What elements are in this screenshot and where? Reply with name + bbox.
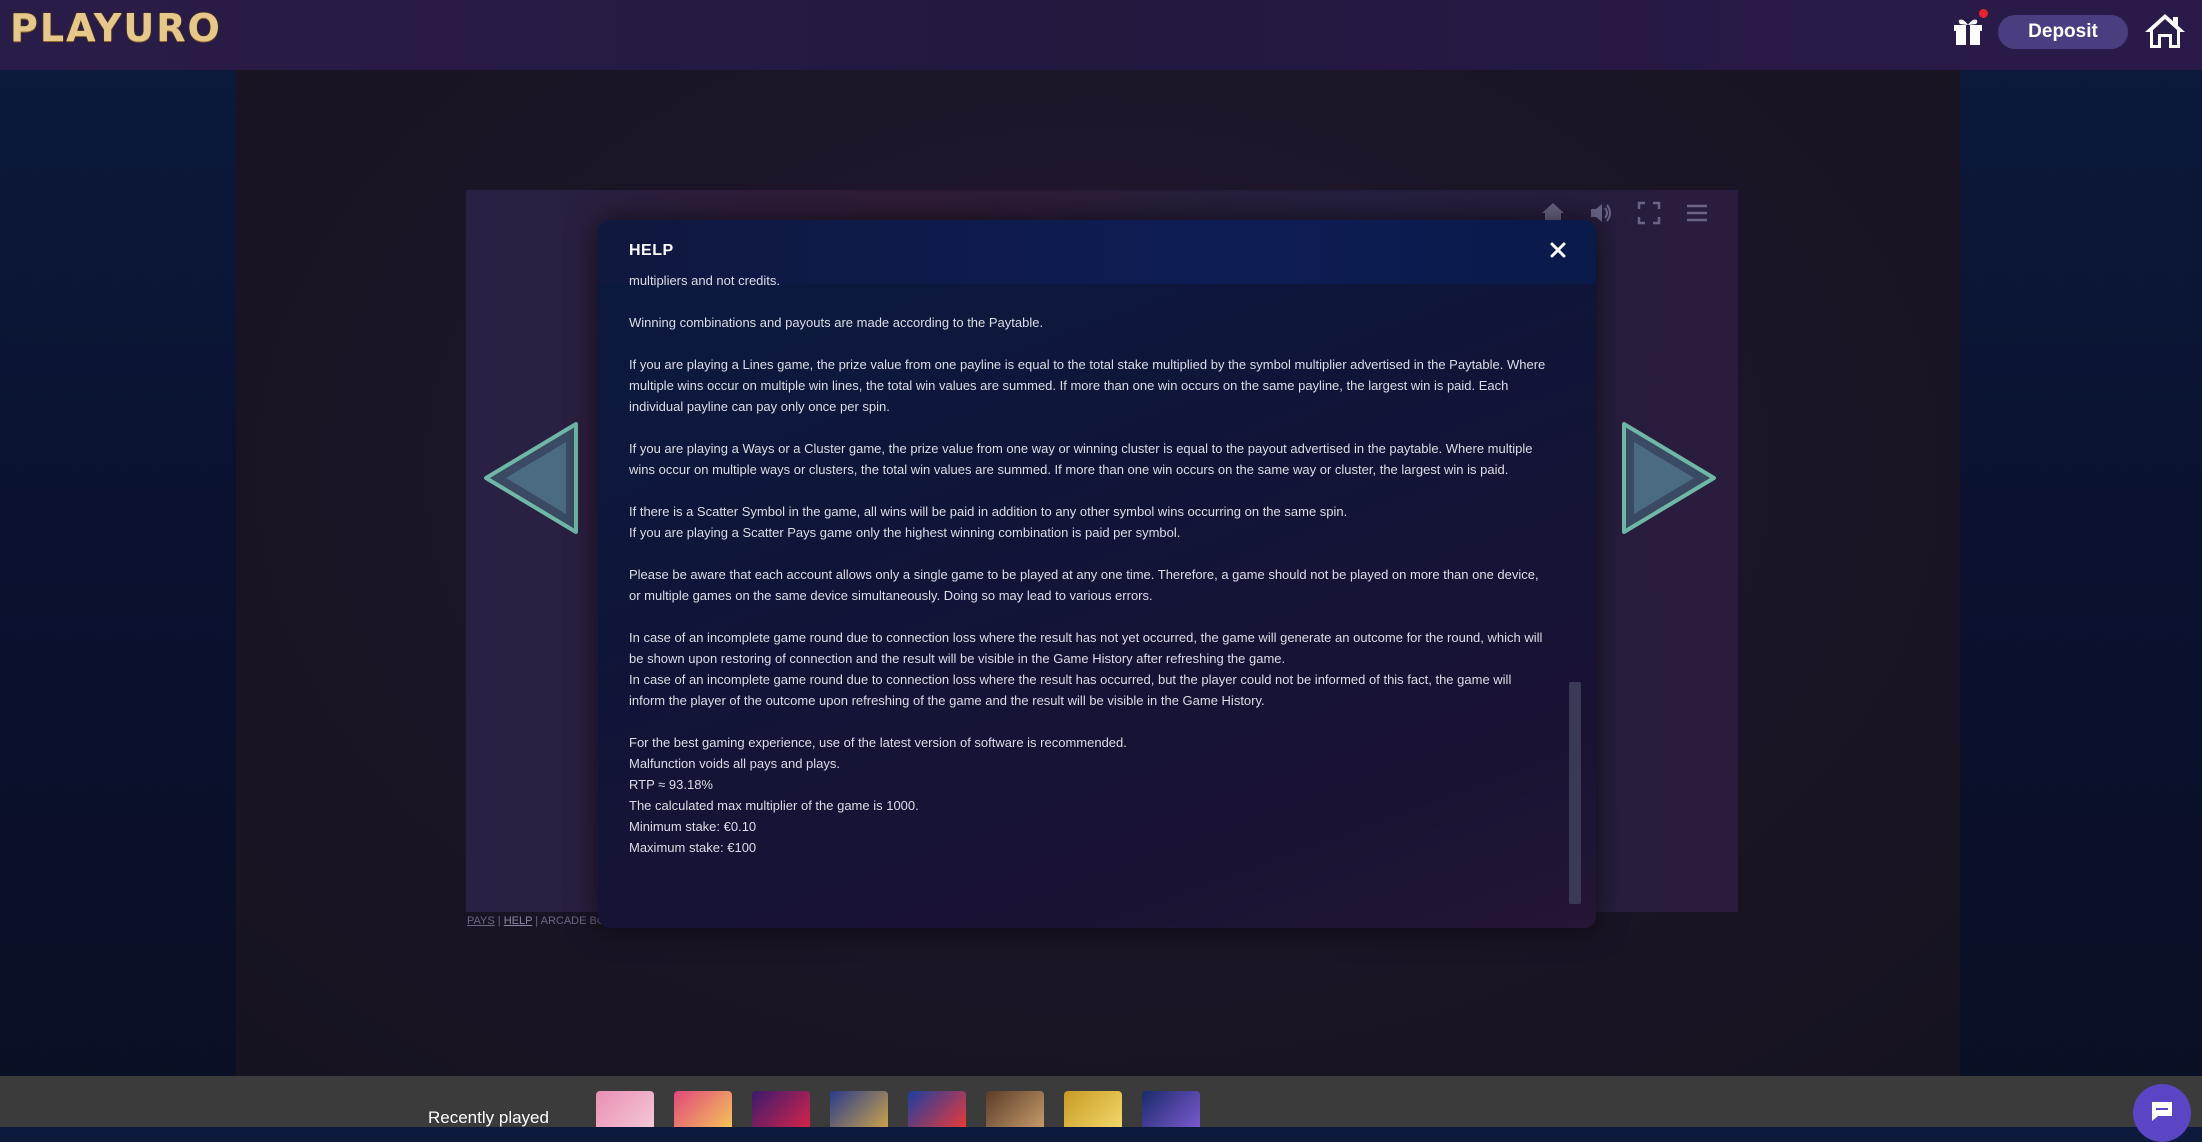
- help-text-line: Maximum stake: €100: [629, 840, 757, 855]
- help-text-line: Minimum stake: €0.10: [629, 819, 757, 834]
- scrollbar-thumb[interactable]: [1569, 682, 1581, 904]
- home-icon[interactable]: [2143, 11, 2187, 51]
- menu-icon[interactable]: [1684, 200, 1710, 226]
- recently-played-bar: Recently played: [0, 1076, 2202, 1127]
- next-arrow-icon[interactable]: [1618, 420, 1722, 536]
- help-paragraph: Please be aware that each account allows…: [629, 564, 1549, 606]
- recently-played-label: Recently played: [428, 1108, 549, 1127]
- help-paragraph: If you are playing a Ways or a Cluster g…: [629, 438, 1549, 480]
- help-text-line: If there is a Scatter Symbol in the game…: [629, 504, 1348, 519]
- close-icon[interactable]: [1546, 238, 1570, 262]
- help-text-line: Winning combinations and payouts are mad…: [629, 315, 1044, 330]
- recent-game-3[interactable]: [752, 1091, 810, 1127]
- pays-link[interactable]: PAYS: [467, 915, 495, 927]
- recent-game-6[interactable]: [986, 1091, 1044, 1127]
- help-paragraph: If there is a Scatter Symbol in the game…: [629, 501, 1549, 543]
- recent-game-7[interactable]: [1064, 1091, 1122, 1127]
- help-text-line: For the best gaming experience, use of t…: [629, 735, 1127, 750]
- help-text-line: Please be aware that each account allows…: [629, 567, 1539, 603]
- fullscreen-icon[interactable]: [1636, 200, 1662, 226]
- game-footer-links: PAYS | HELP | ARCADE BO...: [467, 915, 615, 927]
- recent-game-4[interactable]: [830, 1091, 888, 1127]
- help-text-line: Malfunction voids all pays and plays.: [629, 756, 841, 771]
- modal-title: HELP: [629, 242, 674, 259]
- top-header: PLAYURO Deposit: [0, 0, 2202, 70]
- gift-icon[interactable]: [1950, 9, 1988, 48]
- recent-game-2[interactable]: [674, 1091, 732, 1127]
- help-text-line: multipliers and not credits.: [629, 273, 781, 288]
- deposit-button[interactable]: Deposit: [1998, 15, 2128, 49]
- help-modal: HELP multipliers and not credits. Winning…: [598, 220, 1596, 928]
- help-text-line: If you are playing a Ways or a Cluster g…: [629, 441, 1533, 477]
- help-paragraph: For the best gaming experience, use of t…: [629, 732, 1549, 858]
- notification-dot: [1979, 9, 1988, 18]
- help-text-line: In case of an incomplete game round due …: [629, 630, 1543, 666]
- chat-icon: [2152, 1102, 2172, 1121]
- chat-button[interactable]: [2133, 1084, 2191, 1142]
- recent-game-8[interactable]: [1142, 1091, 1200, 1127]
- help-text-body: multipliers and not credits. Winning comb…: [629, 270, 1549, 910]
- help-text-line: The calculated max multiplier of the gam…: [629, 798, 919, 813]
- playuro-logo[interactable]: PLAYURO: [10, 6, 222, 50]
- help-link[interactable]: HELP: [504, 915, 533, 927]
- help-paragraph: Winning combinations and payouts are mad…: [629, 312, 1549, 333]
- recent-game-1[interactable]: [596, 1091, 654, 1127]
- help-paragraph: In case of an incomplete game round due …: [629, 627, 1549, 711]
- help-paragraph: If you are playing a Lines game, the pri…: [629, 354, 1549, 417]
- help-text-line: In case of an incomplete game round due …: [629, 672, 1512, 708]
- help-text-line: If you are playing a Scatter Pays game o…: [629, 525, 1181, 540]
- help-paragraph: multipliers and not credits.: [629, 270, 1549, 291]
- recent-game-5[interactable]: [908, 1091, 966, 1127]
- help-text-line: If you are playing a Lines game, the pri…: [629, 357, 1546, 414]
- help-text-line: RTP ≈ 93.18%: [629, 777, 713, 792]
- previous-arrow-icon[interactable]: [478, 420, 582, 536]
